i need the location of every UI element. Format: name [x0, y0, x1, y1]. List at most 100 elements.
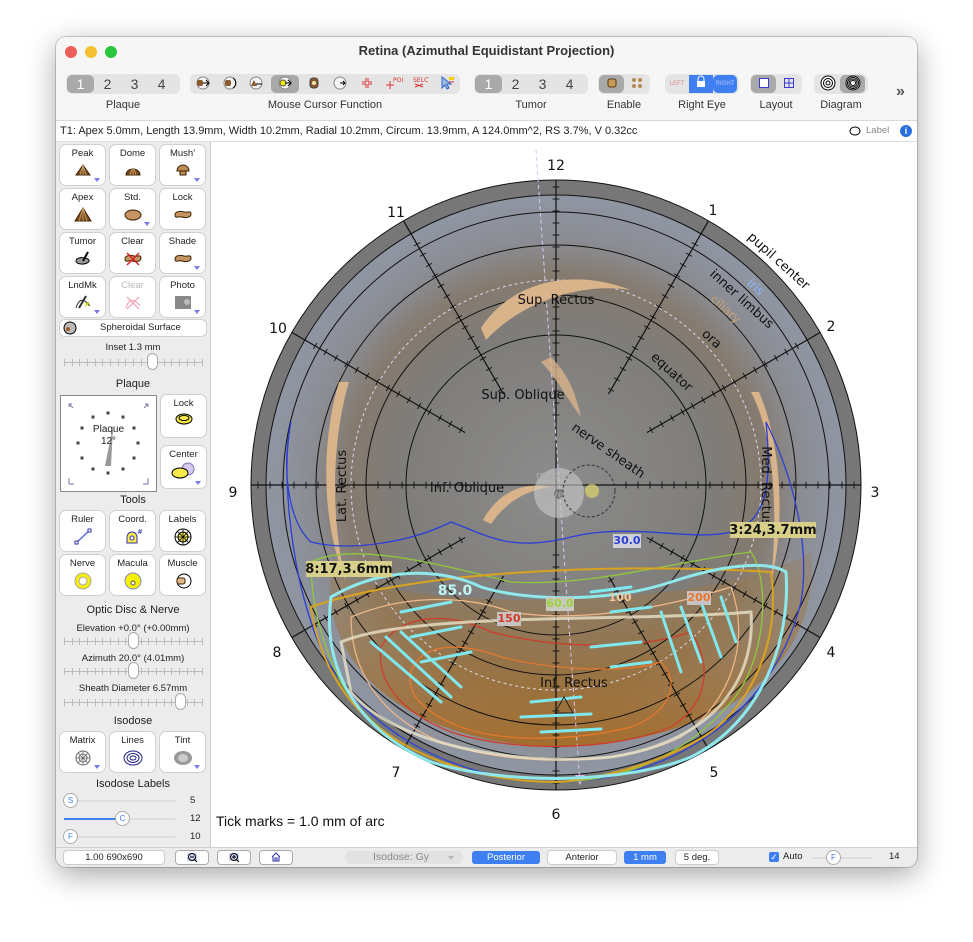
home-icon[interactable]: [260, 851, 292, 864]
lndmk-button[interactable]: LndMk: [60, 277, 105, 317]
grid-mm-button[interactable]: 1 mm: [624, 851, 666, 864]
point-move-icon[interactable]: [270, 75, 299, 93]
slider-knob[interactable]: [147, 354, 157, 369]
labels-button[interactable]: Labels: [160, 511, 205, 551]
simple-diagram-icon[interactable]: [815, 75, 840, 93]
lines-button[interactable]: Lines: [110, 732, 155, 772]
plaque-1-button[interactable]: 1: [67, 75, 94, 93]
sutures-icon[interactable]: [302, 75, 326, 93]
single-tumor-icon[interactable]: [599, 75, 624, 93]
macula-button[interactable]: Macula: [110, 555, 155, 595]
minimize-window-button[interactable]: [85, 46, 97, 58]
slider-knob[interactable]: [176, 694, 186, 709]
multi-tumor-icon[interactable]: [624, 75, 649, 93]
isodose-label-slider-c[interactable]: C: [64, 812, 176, 825]
tumor-3-button[interactable]: 3: [529, 75, 556, 93]
inset-slider[interactable]: [64, 354, 203, 369]
retina-diagram-canvas[interactable]: 12 1 2 3 4 5 6 7 8 9 10 11 pupil center iris inner lim…: [210, 142, 917, 847]
isodose-label-30: 30.0: [613, 534, 640, 547]
zoom-out-icon[interactable]: [176, 851, 208, 864]
button-label: Lines: [121, 735, 144, 746]
mush-button[interactable]: Mush': [160, 145, 205, 185]
nerve-button[interactable]: Nerve: [60, 555, 105, 595]
isodose-label-slider-s[interactable]: S: [64, 794, 176, 807]
plaque-2-button[interactable]: 2: [94, 75, 121, 93]
slider-knob[interactable]: C: [116, 812, 129, 825]
plaque-center-button[interactable]: Center: [161, 446, 206, 488]
font-size-slider[interactable]: [812, 857, 872, 859]
plaque-group-label: Plaque: [105, 99, 141, 111]
tumor-button[interactable]: Tumor: [60, 233, 105, 273]
select-icon[interactable]: SELCT: [408, 75, 432, 93]
dropdown-indicator-icon: [144, 222, 150, 226]
auto-checkbox[interactable]: ✓: [769, 852, 779, 862]
plaque-section-header: Plaque: [115, 378, 151, 390]
info-icon[interactable]: i: [900, 125, 912, 137]
std-button[interactable]: Std.: [110, 189, 155, 229]
azimuth-slider[interactable]: [64, 663, 203, 678]
font-size-knob[interactable]: F: [827, 851, 840, 864]
plaque-move-icon[interactable]: [191, 75, 215, 93]
enable-group-label: Enable: [606, 99, 642, 111]
clear-button[interactable]: Clear: [110, 233, 155, 273]
apex-move-icon[interactable]: [244, 75, 268, 93]
label-toggle-icon[interactable]: [849, 121, 861, 141]
tumor-1-button[interactable]: 1: [475, 75, 502, 93]
tumor-4-button[interactable]: 4: [556, 75, 583, 93]
zoom-in-icon[interactable]: [218, 851, 250, 864]
matrix-button[interactable]: Matrix: [60, 732, 105, 772]
shade-button[interactable]: Shade: [160, 233, 205, 273]
crosshair-icon[interactable]: [355, 75, 379, 93]
sheath-slider[interactable]: [64, 694, 203, 709]
rotate-center-icon[interactable]: [328, 75, 352, 93]
muscle-button[interactable]: Muscle: [160, 555, 205, 595]
eye-lock-icon[interactable]: [689, 75, 713, 93]
ruler-button[interactable]: Ruler: [60, 511, 105, 551]
left-eye-button[interactable]: LEFT: [665, 75, 689, 93]
peak-button[interactable]: Peak: [60, 145, 105, 185]
poi-icon[interactable]: POI: [382, 75, 406, 93]
button-label: Muscle: [167, 558, 198, 569]
grid-deg-button[interactable]: 5 deg.: [676, 851, 718, 864]
close-window-button[interactable]: [65, 46, 77, 58]
clock-label-8: 8: [273, 645, 282, 661]
pointer-label-icon[interactable]: [435, 75, 459, 93]
anterior-button[interactable]: Anterior: [548, 851, 616, 864]
surface-button[interactable]: Spheroidal Surface: [60, 320, 206, 336]
plaque-3-button[interactable]: 3: [121, 75, 148, 93]
posterior-button[interactable]: Posterior: [472, 851, 540, 864]
elevation-slider[interactable]: [64, 633, 203, 648]
label-toggle[interactable]: Label: [866, 121, 889, 141]
dropdown-indicator-icon: [94, 178, 100, 182]
tumor-2-button[interactable]: 2: [502, 75, 529, 93]
single-layout-icon[interactable]: [751, 75, 776, 93]
plaque-rotate-icon[interactable]: [218, 75, 242, 93]
surface-icon: [63, 321, 77, 335]
toolbar-overflow-button[interactable]: »: [896, 83, 905, 101]
slider-knob[interactable]: [128, 663, 138, 678]
apex-button[interactable]: Apex: [60, 189, 105, 229]
clock-label-9: 9: [229, 485, 238, 501]
slider-knob[interactable]: [128, 633, 138, 648]
zoom-window-button[interactable]: [105, 46, 117, 58]
dome-button[interactable]: Dome: [110, 145, 155, 185]
coord-button[interactable]: Coord. #: [110, 511, 155, 551]
plaque-rotation-dial[interactable]: Plaque 12°: [60, 395, 157, 492]
isodose-label-slider-f[interactable]: F: [64, 830, 176, 843]
plaque-4-button[interactable]: 4: [148, 75, 175, 93]
grid-layout-icon[interactable]: [776, 75, 801, 93]
retina-diagram[interactable]: 121234567891011pupil centeririsinner lim…: [211, 142, 917, 847]
tint-button[interactable]: Tint: [160, 732, 205, 772]
lock-button[interactable]: Lock: [160, 189, 205, 229]
slider-knob[interactable]: F: [64, 830, 77, 843]
standard-base-icon: [124, 209, 141, 221]
svg-text:#: #: [137, 528, 143, 536]
slider-knob[interactable]: S: [64, 794, 77, 807]
muscle-icon: [176, 573, 191, 589]
isodose-unit-select[interactable]: Isodose: Gy: [345, 851, 463, 864]
plaque-lock-button[interactable]: Lock: [161, 395, 206, 437]
button-label: Peak: [71, 148, 94, 159]
photo-button[interactable]: Photo: [160, 277, 205, 317]
right-eye-button[interactable]: RIGHT: [713, 75, 737, 93]
detailed-diagram-icon[interactable]: [840, 75, 865, 93]
